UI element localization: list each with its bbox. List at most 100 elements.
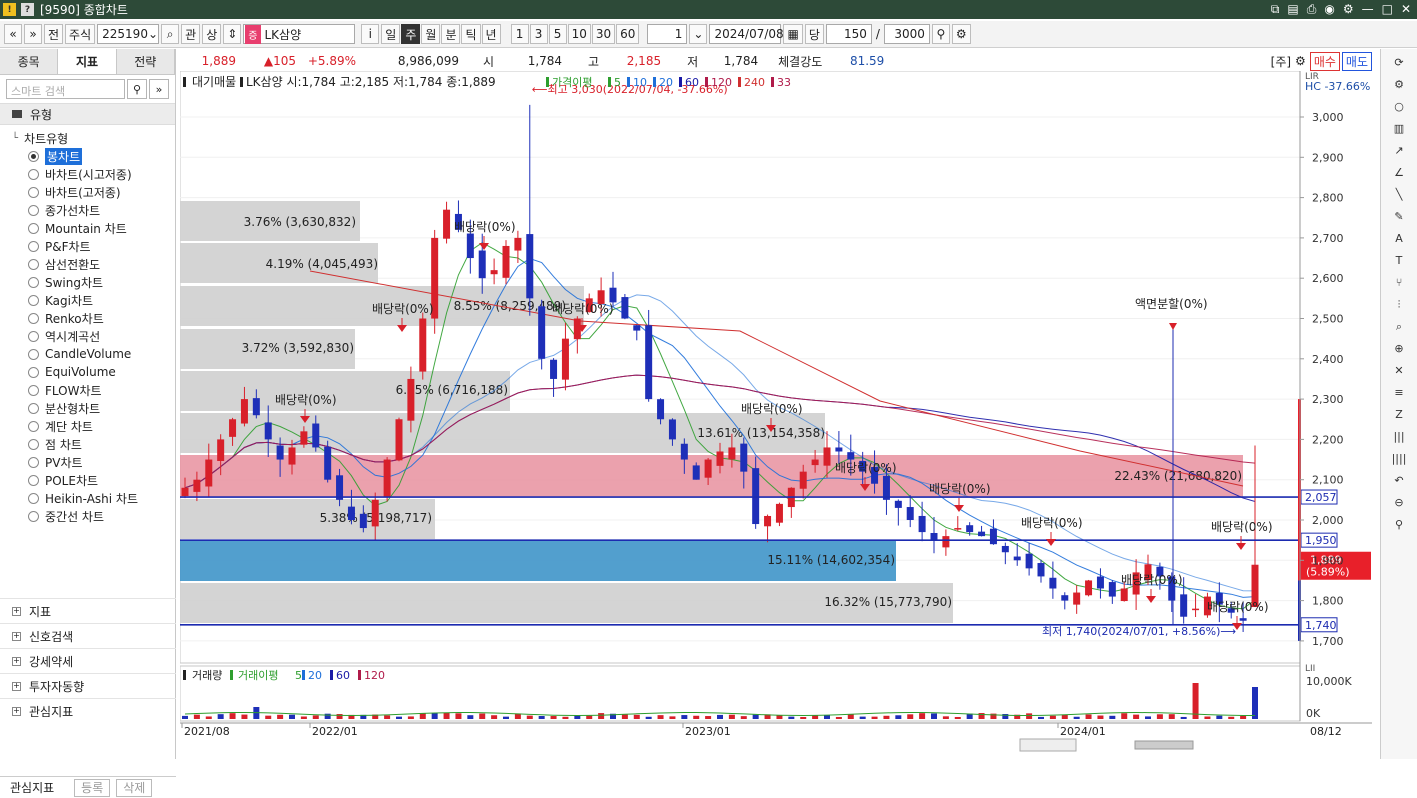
register-button[interactable]: 등록 (74, 778, 111, 797)
trend-icon[interactable]: ↗ (1388, 141, 1410, 160)
buy-button[interactable]: 매수 (1309, 51, 1340, 71)
chart-type-item[interactable]: EquiVolume (12, 363, 175, 381)
help-icon[interactable]: ? (21, 3, 34, 16)
updown-icon[interactable]: ⇕ (223, 24, 242, 44)
radio-icon[interactable] (28, 168, 39, 180)
indicator-group[interactable]: + 관심지표 (0, 698, 176, 723)
camera-icon[interactable]: ◉ (1324, 2, 1334, 17)
interval-input[interactable]: 1 (647, 24, 688, 44)
expand-plus-icon[interactable]: + (12, 631, 21, 641)
chart-type-item[interactable]: 종가선차트 (12, 201, 175, 219)
fork-icon[interactable]: ⑂ (1388, 273, 1410, 292)
expand-plus-icon[interactable]: + (12, 606, 21, 616)
period-button[interactable]: 주 (401, 24, 421, 44)
auto-icon[interactable]: A (1388, 229, 1410, 248)
expand-plus-icon[interactable]: + (12, 681, 21, 691)
bars2-icon[interactable]: |||| (1388, 449, 1410, 468)
radio-icon[interactable] (28, 150, 39, 162)
gear-icon[interactable]: ⚙ (951, 24, 971, 44)
chart-area[interactable]: 3.76% (3,630,832) 4.19% (4,045,493) 8.55% … (179, 70, 1372, 759)
period-button[interactable]: 일 (381, 24, 401, 44)
radio-icon[interactable] (28, 312, 39, 324)
smart-search-input[interactable]: 스마트 검색 (6, 79, 125, 99)
zoom-in-icon[interactable]: ⊕ (1388, 339, 1410, 358)
delete-button[interactable]: 삭제 (116, 778, 153, 797)
period-button[interactable]: 분 (441, 24, 461, 44)
link-icon[interactable]: ⧉ (1271, 2, 1280, 17)
minimize-icon[interactable]: — (1362, 2, 1374, 17)
prev-button[interactable]: 전 (44, 24, 64, 44)
text-icon[interactable]: T (1388, 251, 1410, 270)
angle-icon[interactable]: ∠ (1388, 163, 1410, 182)
chart-type-item[interactable]: 봉차트 (12, 147, 175, 165)
bars-icon[interactable]: ||| (1388, 427, 1410, 446)
chart-type-item[interactable]: PV차트 (12, 453, 175, 471)
count-input[interactable]: 150 (825, 24, 872, 44)
left-tab[interactable]: 종목 (0, 49, 59, 74)
radio-icon[interactable] (28, 240, 39, 252)
circle-icon[interactable]: ○ (1388, 97, 1410, 116)
expand-plus-icon[interactable]: + (12, 656, 21, 666)
radio-icon[interactable] (28, 186, 39, 198)
chart-type-item[interactable]: Kagi차트 (12, 291, 175, 309)
chart-type-item[interactable]: FLOW차트 (12, 381, 175, 399)
undo-icon[interactable]: ↶ (1388, 471, 1410, 490)
indicator-group[interactable]: + 강세약세 (0, 648, 176, 673)
code-input[interactable]: 225190 ⌄ (97, 24, 160, 44)
zigzag-icon[interactable]: Z (1388, 405, 1410, 424)
period-button[interactable]: 년 (481, 24, 501, 44)
candle-icon[interactable]: ⫶ (1388, 295, 1410, 314)
interval-button[interactable]: 3 (529, 24, 548, 44)
interval-button[interactable]: 5 (548, 24, 567, 44)
settings-icon[interactable]: ⚙ (1343, 2, 1354, 17)
chart-type-item[interactable]: 바차트(고저종) (12, 183, 175, 201)
radio-icon[interactable] (28, 204, 39, 216)
interval-button[interactable]: 1 (510, 24, 529, 44)
radio-icon[interactable] (28, 492, 39, 504)
radio-icon[interactable] (28, 438, 39, 450)
expand-icon[interactable]: » (149, 79, 169, 99)
radio-icon[interactable] (28, 474, 39, 486)
stock-name-field[interactable]: 증 LK삼양 (243, 24, 356, 44)
tree-root[interactable]: └ 차트유형 (12, 129, 175, 147)
search-icon[interactable]: ⌕ (161, 24, 180, 44)
zoom-out-icon[interactable]: ⊖ (1388, 493, 1410, 512)
interval-button[interactable]: 30 (591, 24, 616, 44)
chevron-down-icon[interactable]: ⌄ (689, 24, 708, 44)
date-input[interactable]: 2024/07/08 (709, 24, 784, 44)
radio-icon[interactable] (28, 456, 39, 468)
refresh-icon[interactable]: ⟳ (1388, 53, 1410, 72)
radio-icon[interactable] (28, 294, 39, 306)
chart-type-item[interactable]: CandleVolume (12, 345, 175, 363)
nav-down-button[interactable]: » (24, 24, 42, 44)
copy-icon[interactable]: ▤ (1287, 2, 1298, 17)
radio-icon[interactable] (28, 276, 39, 288)
close-icon[interactable]: ✕ (1401, 2, 1411, 17)
settings-icon[interactable]: ⚙ (1388, 75, 1410, 94)
chart-type-item[interactable]: 중간선 차트 (12, 507, 175, 525)
chart-type-item[interactable]: Renko차트 (12, 309, 175, 327)
group-type[interactable]: 유형 (0, 103, 175, 125)
radio-icon[interactable] (28, 420, 39, 432)
period-button[interactable]: 틱 (461, 24, 481, 44)
chevron-down-icon[interactable]: ⌄ (148, 27, 158, 41)
pen-icon[interactable]: ✎ (1388, 207, 1410, 226)
chart-type-item[interactable]: P&F차트 (12, 237, 175, 255)
chart-type-item[interactable]: 계단 차트 (12, 417, 175, 435)
gwan-button[interactable]: 관 (181, 24, 201, 44)
cross-icon[interactable]: ✕ (1388, 361, 1410, 380)
chart-type-item[interactable]: 분산형차트 (12, 399, 175, 417)
fibo-icon[interactable]: ≡ (1388, 383, 1410, 402)
radio-icon[interactable] (28, 348, 39, 360)
nav-first-button[interactable]: « (4, 24, 22, 44)
total-input[interactable]: 3000 (883, 24, 930, 44)
radio-icon[interactable] (28, 330, 39, 342)
chart-type-item[interactable]: 바차트(시고저종) (12, 165, 175, 183)
zoom-icon[interactable]: ⚲ (931, 24, 950, 44)
chart-icon[interactable]: ▥ (1388, 119, 1410, 138)
left-tab[interactable]: 지표 (58, 49, 117, 74)
chart-type-item[interactable]: 삼선전환도 (12, 255, 175, 273)
indicator-group[interactable]: + 신호검색 (0, 623, 176, 648)
radio-icon[interactable] (28, 222, 39, 234)
market-select[interactable]: 주식 (65, 24, 96, 44)
